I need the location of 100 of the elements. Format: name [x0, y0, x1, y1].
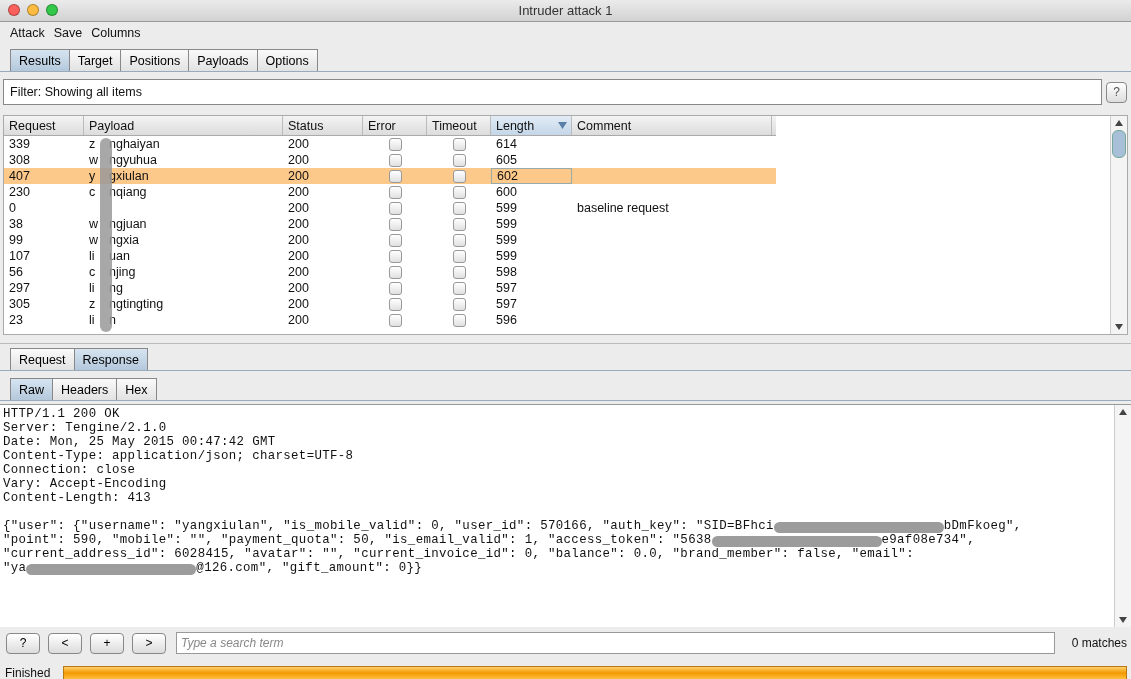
match-count: 0 matches	[1070, 636, 1127, 650]
tab[interactable]: Request	[10, 348, 75, 370]
table-cell-text: z ngtingting	[88, 296, 165, 312]
checkbox[interactable]	[388, 313, 402, 327]
checkbox[interactable]	[452, 313, 466, 327]
table-cell-text: 407	[8, 168, 31, 184]
tab[interactable]: Headers	[52, 378, 118, 400]
checkbox[interactable]	[452, 281, 466, 295]
table-cell-text: 200	[287, 168, 310, 184]
table-cell-text: li n	[88, 312, 117, 328]
checkbox[interactable]	[388, 201, 402, 215]
search-nav-button[interactable]: ?	[6, 632, 40, 654]
table-cell: 602	[491, 168, 572, 184]
table-cell-text: baseline request	[576, 200, 670, 216]
table-cell-text: w ngyuhua	[88, 152, 158, 168]
search-nav-button[interactable]: +	[90, 632, 124, 654]
column-header[interactable]: Error	[363, 116, 427, 135]
table-cell-text: 600	[495, 184, 518, 200]
table-cell-text: 597	[495, 280, 518, 296]
tab[interactable]: Raw	[10, 378, 53, 400]
checkbox[interactable]	[452, 217, 466, 231]
checkbox[interactable]	[452, 297, 466, 311]
response-text: Server: Tengine/2.1.0	[3, 421, 167, 435]
table-cell-text: 107	[8, 248, 31, 264]
checkbox[interactable]	[452, 233, 466, 247]
column-header[interactable]: Request	[4, 116, 84, 135]
checkbox[interactable]	[452, 265, 466, 279]
tab[interactable]: Target	[68, 49, 122, 71]
checkbox[interactable]	[452, 169, 466, 183]
response-text: e9af08e734",	[881, 533, 975, 547]
column-header[interactable]: Status	[283, 116, 363, 135]
checkbox[interactable]	[388, 249, 402, 263]
checkbox[interactable]	[452, 185, 466, 199]
minimize-button[interactable]	[27, 4, 39, 16]
scrollbar[interactable]	[1110, 116, 1127, 334]
status-text: Finished	[5, 666, 52, 679]
column-header[interactable]: Comment	[572, 116, 772, 135]
menu-item[interactable]: Attack	[10, 25, 45, 40]
table-cell-text: li ng	[88, 280, 124, 296]
sort-descending-icon	[558, 122, 567, 129]
table-cell-text: 614	[495, 136, 518, 152]
scrollbar[interactable]	[1114, 405, 1131, 627]
window-title: Intruder attack 1	[518, 3, 613, 18]
checkbox[interactable]	[388, 265, 402, 279]
tab[interactable]: Options	[256, 49, 318, 71]
tab[interactable]: Payloads	[188, 49, 258, 71]
table-cell-text: 308	[8, 152, 31, 168]
column-header[interactable]: Length	[491, 116, 572, 135]
checkbox[interactable]	[388, 297, 402, 311]
response-text: Content-Type: application/json; charset=UTF-8	[3, 449, 354, 463]
checkbox[interactable]	[388, 233, 402, 247]
checkbox[interactable]	[388, 281, 402, 295]
response-text: Date: Mon, 25 May 2015 00:47:42 GMT	[3, 435, 276, 449]
zoom-button[interactable]	[46, 4, 58, 16]
column-header[interactable]: Payload	[84, 116, 283, 135]
table-cell-text: 596	[495, 312, 518, 328]
scroll-down-icon[interactable]	[1114, 322, 1124, 332]
checkbox[interactable]	[452, 137, 466, 151]
response-text: bDmFkoeg",	[943, 519, 1022, 533]
scroll-up-icon[interactable]	[1114, 118, 1124, 128]
tab[interactable]: Results	[10, 49, 70, 71]
response-text: Content-Length: 413	[3, 491, 151, 505]
table-cell-text: 200	[287, 280, 310, 296]
checkbox[interactable]	[388, 137, 402, 151]
table-cell-text: 297	[8, 280, 31, 296]
menu-item[interactable]: Columns	[91, 25, 141, 40]
filter-bar[interactable]: Filter: Showing all items	[3, 79, 1102, 105]
checkbox[interactable]	[452, 153, 466, 167]
table-cell-text: w ngjuan	[88, 216, 148, 232]
table-cell-text: 599	[495, 200, 518, 216]
table-cell-text: 200	[287, 152, 310, 168]
checkbox[interactable]	[388, 185, 402, 199]
scroll-down-icon[interactable]	[1118, 615, 1128, 625]
help-button[interactable]: ?	[1106, 81, 1127, 103]
search-nav-button[interactable]: <	[48, 632, 82, 654]
close-button[interactable]	[8, 4, 20, 16]
table-cell-text: 200	[287, 184, 310, 200]
checkbox[interactable]	[452, 249, 466, 263]
table-cell-text: 339	[8, 136, 31, 152]
response-text: {"user": {"username": "yangxiulan", "is_mobile_valid": 0, "user_id": 570166, "auth_key": "SID=BFhci	[3, 519, 774, 533]
table-cell-text: 599	[495, 232, 518, 248]
table-cell-text: 200	[287, 216, 310, 232]
tab[interactable]: Response	[73, 348, 148, 370]
table-cell-text: 305	[8, 296, 31, 312]
table-cell-text: 99	[8, 232, 24, 248]
table-cell-text: 230	[8, 184, 31, 200]
table-cell-text: 56	[8, 264, 24, 280]
menu-item[interactable]: Save	[53, 25, 83, 40]
response-text: Connection: close	[3, 463, 136, 477]
tab[interactable]: Positions	[120, 49, 190, 71]
checkbox[interactable]	[388, 217, 402, 231]
checkbox[interactable]	[388, 153, 402, 167]
checkbox[interactable]	[388, 169, 402, 183]
scroll-up-icon[interactable]	[1118, 407, 1128, 417]
tab[interactable]: Hex	[116, 378, 157, 400]
search-field[interactable]: Type a search term	[176, 632, 1055, 654]
search-nav-button[interactable]: >	[132, 632, 166, 654]
checkbox[interactable]	[452, 201, 466, 215]
table-cell-text: 200	[287, 136, 310, 152]
scroll-thumb[interactable]	[1112, 130, 1126, 158]
